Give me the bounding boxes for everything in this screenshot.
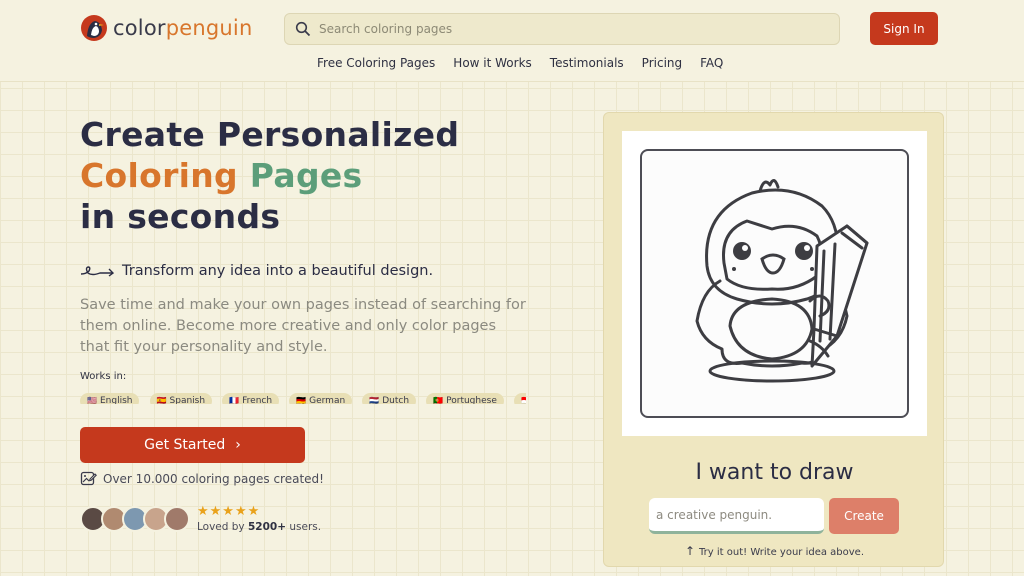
sign-in-button[interactable]: Sign In [870, 12, 938, 45]
flag-id-icon: 🇮🇩 [520, 396, 526, 404]
try-it-hint: ↑ Try it out! Write your idea above. [604, 544, 945, 558]
language-name: Portughese [446, 396, 497, 404]
image-edit-icon [80, 471, 97, 486]
search-icon [295, 21, 311, 37]
language-name: English [99, 396, 133, 404]
loved-count: 5200+ [247, 521, 287, 533]
pages-created-text: Over 10.000 coloring pages created! [103, 471, 324, 486]
hero-description: Save time and make your own pages instea… [80, 297, 526, 355]
site-header: colorpenguin Sign In Free Coloring Pages… [0, 0, 1024, 82]
hero-title-coloring: Coloring [80, 156, 238, 195]
search-input[interactable] [319, 22, 819, 36]
penguin-logo-icon [81, 15, 107, 41]
brand-name-part1: color [113, 16, 166, 40]
hero-title-line1: Create Personalized [80, 115, 460, 154]
loved-suffix: users. [286, 521, 322, 533]
language-badge-german: 🇩🇪 German [289, 393, 353, 404]
language-name: French [242, 396, 273, 404]
hero-title-pages: Pages [237, 156, 363, 195]
star-rating-icon: ★★★★★ [197, 504, 261, 519]
get-started-label: Get Started [144, 437, 226, 453]
loved-prefix: Loved by [197, 521, 248, 533]
penguin-drawing-icon [695, 179, 869, 383]
language-badge-english: 🇺🇸 English [80, 393, 140, 404]
pages-created-note: Over 10.000 coloring pages created! [80, 470, 324, 487]
get-started-button[interactable]: Get Started › [80, 427, 305, 463]
language-badge-dutch: 🇳🇱 Dutch [362, 393, 417, 404]
nav-how-it-works[interactable]: How it Works [453, 56, 532, 70]
nav-free-coloring-pages[interactable]: Free Coloring Pages [317, 56, 435, 70]
generator-heading: I want to draw [695, 460, 854, 485]
flag-pt-icon: 🇵🇹 [433, 396, 444, 404]
brand-name-part2: penguin [165, 16, 253, 40]
flag-fr-icon: 🇫🇷 [229, 396, 240, 404]
loved-by-text: Loved by 5200+ users. [197, 521, 321, 533]
hero-title-line2: Coloring Pages [80, 155, 459, 196]
search-bar[interactable] [284, 13, 840, 45]
language-name: Dutch [382, 396, 410, 404]
flag-nl-icon: 🇳🇱 [369, 396, 380, 404]
hero-tagline: Transform any idea into a beautiful desi… [80, 262, 433, 280]
language-name: Spanish [169, 396, 206, 404]
coloring-page-preview [640, 149, 909, 418]
create-button[interactable]: Create [829, 498, 899, 534]
avatar [164, 506, 190, 532]
language-badge-partial: 🇮🇩 [513, 393, 526, 404]
nav-pricing[interactable]: Pricing [642, 56, 682, 70]
squiggle-arrow-icon [80, 266, 115, 277]
brand-name: colorpenguin [113, 16, 252, 40]
language-name: German [309, 396, 346, 404]
language-badge-portughese: 🇵🇹 Portughese [426, 393, 504, 404]
idea-input[interactable] [649, 498, 824, 534]
flag-us-icon: 🇺🇸 [87, 396, 97, 404]
flag-es-icon: 🇪🇸 [156, 396, 167, 404]
nav-faq[interactable]: FAQ [700, 56, 723, 70]
hero-title-line3: in seconds [80, 197, 281, 236]
hero-title: Create Personalized Coloring Pages in se… [80, 114, 459, 237]
tagline-text: Transform any idea into a beautiful desi… [122, 263, 434, 279]
main-nav: Free Coloring Pages How it Works Testimo… [317, 56, 723, 70]
arrow-up-icon: ↑ [684, 544, 696, 558]
language-badge-spanish: 🇪🇸 Spanish [149, 393, 213, 404]
generator-panel: I want to draw Create ↑Try it out! Write… [603, 112, 944, 567]
try-it-text: Try it out! Write your idea above. [699, 547, 865, 558]
language-badge-french: 🇫🇷 French [222, 393, 280, 404]
user-avatars [80, 506, 190, 532]
nav-testimonials[interactable]: Testimonials [550, 56, 624, 70]
works-in-label: Works in: [80, 371, 127, 382]
chevron-right-icon: › [235, 437, 241, 453]
brand-logo[interactable]: colorpenguin [80, 14, 252, 42]
preview-card [622, 131, 927, 436]
flag-de-icon: 🇩🇪 [296, 396, 307, 404]
language-list: 🇺🇸 English 🇪🇸 Spanish 🇫🇷 French 🇩🇪 German 🇳🇱… [80, 388, 526, 404]
user-rating: ★★★★★ Loved by 5200+ users. [197, 504, 321, 534]
